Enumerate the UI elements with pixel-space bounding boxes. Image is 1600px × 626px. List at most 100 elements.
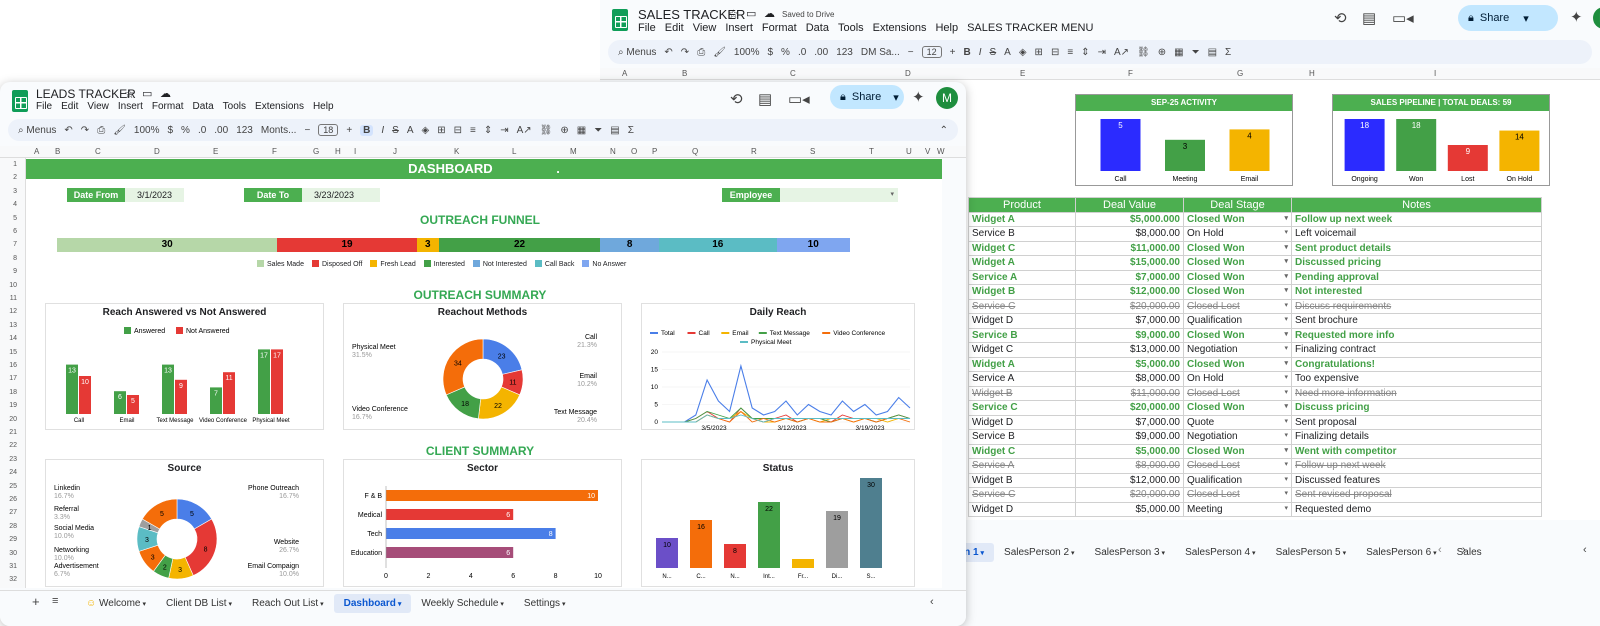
chevron-down-icon[interactable]: ▾ [1284,417,1288,425]
table-row[interactable]: Service C $20,000.00 Closed Lost ▾ Discuss r… [968,298,1542,314]
row-header[interactable]: 17 [9,375,17,382]
menu-item[interactable]: Edit [61,101,78,112]
sheet-tab[interactable]: Reach Out List ▾ [242,594,334,613]
column-header[interactable]: J [393,147,397,156]
row-header[interactable]: 4 [13,201,17,208]
bold-icon[interactable]: B [963,47,970,58]
menu-item[interactable]: Edit [665,22,684,34]
table-row[interactable]: Service B $8,000.00 On Hold ▾ Left voicemail [968,226,1542,242]
gemini-icon[interactable]: ✦ [912,88,925,106]
chevron-down-icon[interactable]: ▾ [1284,373,1288,381]
menu-item[interactable]: Tools [223,101,246,112]
menu-item[interactable]: Format [762,22,797,34]
column-header[interactable]: P [652,147,657,156]
table-row[interactable]: Widget D $5,000.00 Meeting ▾ Requested demo [968,501,1542,517]
product-cell[interactable]: Service B [968,429,1076,445]
redo-icon[interactable]: ↷ [681,47,689,58]
date-from-field[interactable]: 3/1/2023 [125,188,184,202]
avatar[interactable]: M [1593,7,1600,29]
paint-format-icon[interactable]: 🖌︎ [713,47,726,58]
notes-cell[interactable]: Requested more info [1291,327,1542,343]
column-header-deal-value[interactable]: Deal Value [1075,197,1184,213]
notes-cell[interactable]: Sent product details [1291,240,1542,256]
folder-icon[interactable]: ▭ [746,7,756,20]
deal-stage-cell[interactable]: Negotiation ▾ [1183,342,1292,358]
notes-cell[interactable]: Discussed pricing [1291,255,1542,271]
product-cell[interactable]: Service A [968,269,1076,285]
font-size-input[interactable]: 18 [318,124,339,136]
row-header[interactable]: 11 [10,295,17,302]
deal-value-cell[interactable]: $11,000.00 [1075,240,1184,256]
font-size-input[interactable]: 12 [921,46,942,58]
comment-add-icon[interactable]: ⊕ [560,125,568,136]
print-icon[interactable]: ⎙ [97,125,105,136]
borders-icon[interactable]: ⊞ [1035,47,1043,58]
percent-button[interactable]: % [781,47,790,58]
deal-stage-cell[interactable]: Closed Won ▾ [1183,400,1292,416]
undo-icon[interactable]: ↶ [664,47,672,58]
row-header[interactable]: 15 [9,349,17,356]
merge-icon[interactable]: ⊟ [454,125,462,136]
date-to-field[interactable]: 3/23/2023 [302,188,380,202]
strikethrough-icon[interactable]: S [990,47,997,58]
decimal-increase-icon[interactable]: .00 [814,47,828,58]
column-header[interactable]: C [790,69,796,78]
chevron-down-icon[interactable]: ▾ [396,601,402,608]
chevron-down-icon[interactable]: ▾ [1284,214,1288,222]
collapse-toolbar-icon[interactable]: ⌃ [940,125,948,136]
column-header[interactable]: F [1128,69,1133,78]
deal-value-cell[interactable]: $20,000.00 [1075,400,1184,416]
wrap-icon[interactable]: ⇥ [1098,47,1106,58]
chevron-down-icon[interactable]: ▾ [1341,550,1347,557]
notes-cell[interactable]: Went with competitor [1291,443,1542,459]
gemini-icon[interactable]: ✦ [1570,8,1583,26]
history-icon[interactable]: ⟲ [1334,9,1347,27]
row-header[interactable]: 20 [9,416,17,423]
chevron-down-icon[interactable]: ▾ [1284,460,1288,468]
valign-icon[interactable]: ⇕ [484,125,492,136]
deal-stage-cell[interactable]: Closed Won ▾ [1183,255,1292,271]
link-icon[interactable]: ⛓ [540,125,553,136]
column-header[interactable]: G [313,147,319,156]
borders-icon[interactable]: ⊞ [437,125,445,136]
column-header[interactable]: U [906,147,912,156]
row-header[interactable]: 12 [9,308,17,315]
row-header[interactable]: 21 [9,429,17,436]
column-header[interactable]: G [1237,69,1243,78]
text-color-icon[interactable]: A [407,125,414,136]
merge-icon[interactable]: ⊟ [1051,47,1059,58]
number-format-button[interactable]: 123 [836,47,853,58]
table-row[interactable]: Widget D $7,000.00 Quote ▾ Sent proposal [968,414,1542,430]
menu-item[interactable]: SALES TRACKER MENU [967,22,1093,34]
table-row[interactable]: Widget C $5,000.00 Closed Won ▾ Went with co… [968,443,1542,459]
column-header-deal-stage[interactable]: Deal Stage [1183,197,1292,213]
font-size-increase-icon[interactable]: + [950,47,956,58]
notes-cell[interactable]: Follow up next week [1291,211,1542,227]
chevron-down-icon[interactable]: ▾ [227,601,232,608]
deal-stage-cell[interactable]: Closed Won ▾ [1183,443,1292,459]
column-header[interactable]: K [454,147,459,156]
deal-value-cell[interactable]: $8,000.00 [1075,458,1184,474]
column-header-notes[interactable]: Notes [1291,197,1542,213]
table-row[interactable]: Service A $8,000.00 On Hold ▾ Too expensive [968,371,1542,387]
chevron-down-icon[interactable]: ▾ [1284,344,1288,352]
deal-value-cell[interactable]: $7,000.00 [1075,269,1184,285]
row-header[interactable]: 22 [9,442,17,449]
rotate-icon[interactable]: A↗ [1114,47,1129,58]
deal-stage-cell[interactable]: Closed Won ▾ [1183,240,1292,256]
history-icon[interactable]: ⟲ [730,90,743,108]
deal-stage-cell[interactable]: Closed Won ▾ [1183,327,1292,343]
align-icon[interactable]: ≡ [470,125,476,136]
chevron-down-icon[interactable]: ▾ [1284,504,1288,512]
table-row[interactable]: Service B $9,000.00 Closed Won ▾ Requested m… [968,327,1542,343]
column-header[interactable]: E [1020,69,1025,78]
doc-title[interactable]: LEADS TRACKER [36,87,136,101]
undo-icon[interactable]: ↶ [64,125,72,136]
row-header[interactable]: 30 [9,550,17,557]
sheet-tab[interactable]: SalesPerson 3 ▾ [1085,543,1176,562]
product-cell[interactable]: Widget D [968,313,1076,329]
chevron-down-icon[interactable]: ▾ [1284,243,1288,251]
deal-value-cell[interactable]: $9,000.00 [1075,327,1184,343]
menu-item[interactable]: Extensions [873,22,927,34]
deal-value-cell[interactable]: $20,000.00 [1075,487,1184,503]
